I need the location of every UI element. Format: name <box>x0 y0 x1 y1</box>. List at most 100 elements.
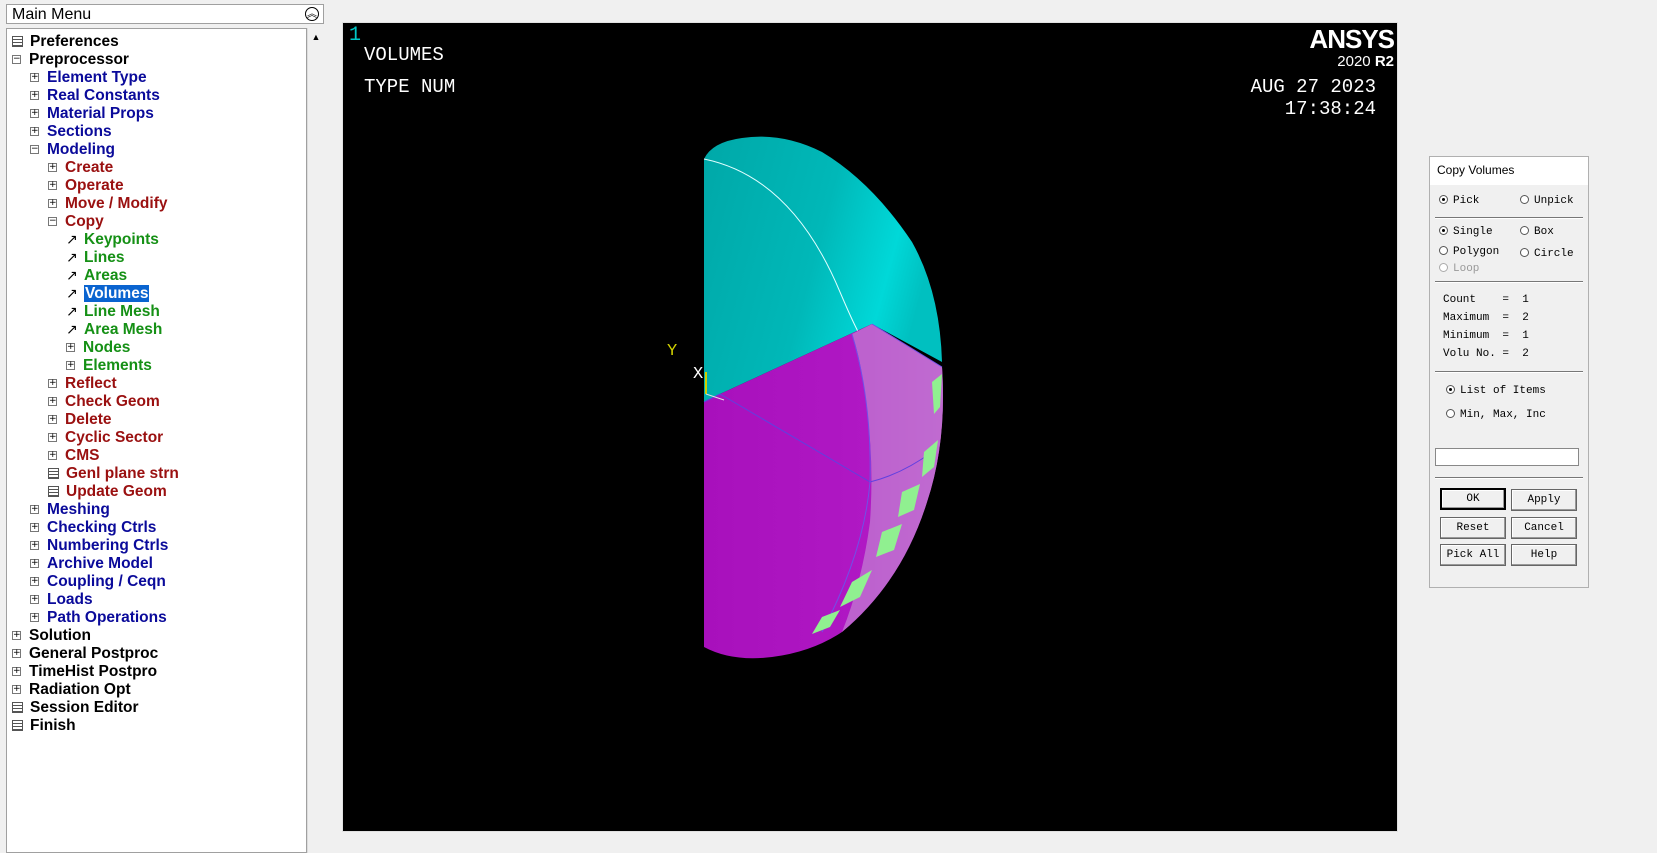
circle-radio[interactable]: Circle <box>1520 247 1574 261</box>
expand-icon[interactable]: + <box>48 397 57 407</box>
expand-icon[interactable]: + <box>66 361 75 371</box>
menu-item-genl-plane-strn[interactable]: Genl plane strn <box>48 464 179 483</box>
menu-item-reflect[interactable]: + Reflect <box>48 374 117 393</box>
menu-item-general-postproc[interactable]: + General Postproc <box>12 644 158 663</box>
expand-icon[interactable]: + <box>30 73 39 83</box>
collapse-tree-icon[interactable]: − <box>12 55 21 65</box>
menu-item-material-props[interactable]: + Material Props <box>30 104 154 123</box>
expand-icon[interactable]: + <box>48 451 57 461</box>
expand-icon[interactable]: + <box>48 415 57 425</box>
min-max-inc-radio[interactable]: Min, Max, Inc <box>1446 408 1546 422</box>
menu-item-checking-ctrls[interactable]: + Checking Ctrls <box>30 518 156 537</box>
box-radio[interactable]: Box <box>1520 225 1554 239</box>
menu-item-path-operations[interactable]: + Path Operations <box>30 608 167 627</box>
expand-icon[interactable]: + <box>30 577 39 587</box>
separator <box>1435 477 1583 479</box>
expand-icon[interactable]: + <box>48 199 57 209</box>
expand-icon[interactable]: + <box>66 343 75 353</box>
menu-item-coupling-ceqn[interactable]: + Coupling / Ceqn <box>30 572 166 591</box>
expand-icon[interactable]: + <box>30 127 39 137</box>
menu-item-delete[interactable]: + Delete <box>48 410 112 429</box>
collapse-tree-icon[interactable]: − <box>48 217 57 227</box>
unpick-radio[interactable]: Unpick <box>1520 194 1574 208</box>
single-radio[interactable]: Single <box>1439 225 1493 239</box>
menu-item-keypoints[interactable]: ↗ Keypoints <box>66 230 159 249</box>
polygon-radio[interactable]: Polygon <box>1439 245 1499 259</box>
pick-arrow-icon: ↗ <box>66 267 78 284</box>
expand-icon[interactable]: + <box>30 559 39 569</box>
expand-icon[interactable]: + <box>30 595 39 605</box>
menu-item-meshing[interactable]: + Meshing <box>30 500 110 519</box>
menu-item-element-type[interactable]: + Element Type <box>30 68 147 87</box>
menu-item-preferences[interactable]: Preferences <box>12 32 119 51</box>
menu-item-create[interactable]: + Create <box>48 158 113 177</box>
collapse-tree-icon[interactable]: − <box>30 145 39 155</box>
menu-item-area-mesh[interactable]: ↗ Area Mesh <box>66 320 162 339</box>
scroll-up-arrow-icon[interactable]: ▲ <box>309 30 323 44</box>
expand-icon[interactable]: + <box>48 163 57 173</box>
expand-icon[interactable]: + <box>30 91 39 101</box>
menu-item-nodes[interactable]: + Nodes <box>66 338 130 357</box>
tree-scrollbar[interactable]: ▲ <box>307 28 324 853</box>
menu-item-lines[interactable]: ↗ Lines <box>66 248 124 267</box>
collapse-icon[interactable]: ︽ <box>305 7 319 21</box>
menu-item-timehist-postpro[interactable]: + TimeHist Postpro <box>12 662 157 681</box>
main-menu-title-bar: Main Menu ︽ <box>6 4 324 24</box>
menu-item-move-modify[interactable]: + Move / Modify <box>48 194 167 213</box>
menu-item-line-mesh[interactable]: ↗ Line Mesh <box>66 302 160 321</box>
menu-item-update-geom[interactable]: Update Geom <box>48 482 167 501</box>
expand-icon[interactable]: + <box>30 523 39 533</box>
expand-icon[interactable]: + <box>12 649 21 659</box>
menu-item-finish[interactable]: Finish <box>12 716 76 735</box>
menu-item-operate[interactable]: + Operate <box>48 176 124 195</box>
menu-item-solution[interactable]: + Solution <box>12 626 91 645</box>
expand-icon[interactable]: + <box>30 613 39 623</box>
expand-icon[interactable]: + <box>12 685 21 695</box>
apply-button[interactable]: Apply <box>1511 489 1577 511</box>
menu-item-label: Check Geom <box>65 393 160 410</box>
menu-item-cyclic-sector[interactable]: + Cyclic Sector <box>48 428 163 447</box>
pick-radio[interactable]: Pick <box>1439 194 1479 208</box>
menu-item-real-constants[interactable]: + Real Constants <box>30 86 160 105</box>
expand-icon[interactable]: + <box>48 379 57 389</box>
menu-item-numbering-ctrls[interactable]: + Numbering Ctrls <box>30 536 168 555</box>
pick-arrow-icon: ↗ <box>66 321 78 338</box>
menu-item-session-editor[interactable]: Session Editor <box>12 698 139 717</box>
expand-icon[interactable]: + <box>30 109 39 119</box>
menu-item-elements[interactable]: + Elements <box>66 356 152 375</box>
maximum-readout: Maximum = 2 <box>1443 312 1529 324</box>
calculator-icon <box>48 468 59 480</box>
volume-model-viewport[interactable]: Y X <box>342 22 1398 832</box>
cancel-button[interactable]: Cancel <box>1511 517 1577 539</box>
graphics-window[interactable]: 1 VOLUMES TYPE NUM AUG 27 2023 17:38:24 … <box>342 22 1398 832</box>
menu-item-copy[interactable]: − Copy <box>48 212 104 231</box>
loop-radio: Loop <box>1439 262 1479 276</box>
menu-item-label: Cyclic Sector <box>65 429 164 446</box>
list-of-items-radio[interactable]: List of Items <box>1446 384 1546 398</box>
menu-item-check-geom[interactable]: + Check Geom <box>48 392 160 411</box>
menu-item-sections[interactable]: + Sections <box>30 122 112 141</box>
help-button[interactable]: Help <box>1511 544 1577 566</box>
menu-item-modeling[interactable]: − Modeling <box>30 140 115 159</box>
menu-item-label: Finish <box>30 717 76 734</box>
menu-item-archive-model[interactable]: + Archive Model <box>30 554 153 573</box>
pick-list-input[interactable] <box>1435 448 1579 466</box>
menu-item-volumes[interactable]: ↗ Volumes <box>66 284 150 303</box>
menu-item-cms[interactable]: + CMS <box>48 446 99 465</box>
menu-item-loads[interactable]: + Loads <box>30 590 93 609</box>
expand-icon[interactable]: + <box>30 541 39 551</box>
menu-item-label: Genl plane strn <box>66 465 179 482</box>
menu-item-preprocessor[interactable]: − Preprocessor <box>12 50 129 69</box>
expand-icon[interactable]: + <box>48 433 57 443</box>
ok-button[interactable]: OK <box>1440 488 1506 510</box>
pick-all-button[interactable]: Pick All <box>1440 544 1506 566</box>
expand-icon[interactable]: + <box>48 181 57 191</box>
menu-item-radiation-opt[interactable]: + Radiation Opt <box>12 680 131 699</box>
dialog-title: Copy Volumes <box>1430 157 1588 185</box>
expand-icon[interactable]: + <box>30 505 39 515</box>
reset-button[interactable]: Reset <box>1440 517 1506 539</box>
expand-icon[interactable]: + <box>12 667 21 677</box>
menu-item-label: Preprocessor <box>29 51 129 68</box>
menu-item-areas[interactable]: ↗ Areas <box>66 266 127 285</box>
expand-icon[interactable]: + <box>12 631 21 641</box>
